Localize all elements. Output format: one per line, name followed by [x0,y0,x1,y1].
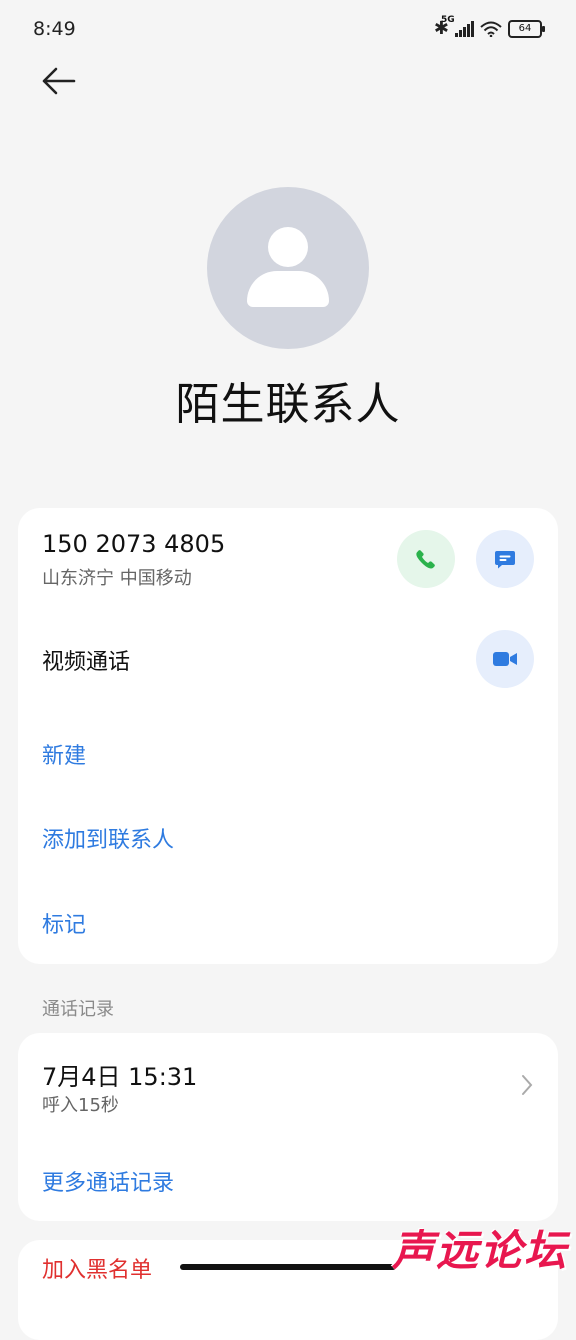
phone-icon [416,550,435,569]
battery-icon: 64 [508,19,545,38]
video-call-button[interactable] [476,630,534,688]
call-log-card: 7月4日 15:31 呼入15秒 更多通话记录 [18,1033,558,1221]
avatar-body [247,271,329,307]
call-button[interactable] [397,530,455,588]
add-to-contacts-link[interactable]: 添加到联系人 [42,822,174,854]
status-time: 8:49 [33,18,76,40]
message-icon [495,551,515,569]
cellular-signal-icon: 5G [441,15,474,37]
more-call-logs-link[interactable]: 更多通话记录 [42,1165,174,1197]
forum-watermark: 声远论坛 [391,1226,568,1275]
home-indicator[interactable] [180,1264,396,1270]
new-contact-link[interactable]: 新建 [42,738,86,770]
call-datetime: 7月4日 15:31 [42,1063,198,1091]
chevron-right-icon [522,1075,533,1095]
call-log-section-title: 通话记录 [42,999,114,1020]
avatar-head [268,227,308,267]
contact-name: 陌生联系人 [175,379,401,430]
status-bar: 8:49 ✱ 5G 64 [0,0,576,60]
mark-number-link[interactable]: 标记 [42,907,86,939]
contact-actions-card: 150 2073 4805 山东济宁 中国移动 视频通话 新建 添加到联系人 标… [18,508,558,964]
call-detail: 呼入15秒 [42,1095,119,1116]
message-button[interactable] [476,530,534,588]
back-arrow-icon[interactable] [38,64,78,98]
network-type-label: 5G [441,14,455,25]
status-icons: ✱ 5G 64 [434,15,545,39]
video-call-label: 视频通话 [42,650,131,675]
add-to-blacklist-link[interactable]: 加入黑名单 [42,1252,152,1284]
video-camera-icon [493,652,517,666]
phone-location: 山东济宁 中国移动 [42,568,192,589]
wifi-icon [480,21,502,37]
contact-avatar [207,187,369,349]
phone-number[interactable]: 150 2073 4805 [42,530,225,558]
